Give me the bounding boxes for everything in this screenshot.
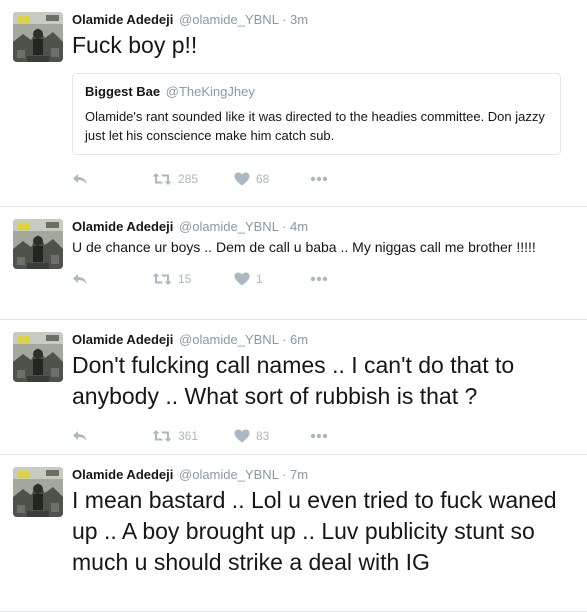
retweet-icon bbox=[152, 273, 172, 285]
tweet-text: U de chance ur boys .. Dem de call u bab… bbox=[72, 239, 536, 255]
separator-dot: · bbox=[282, 467, 287, 482]
like-button[interactable]: 68 bbox=[234, 172, 310, 186]
heart-icon bbox=[234, 172, 250, 186]
tweet-header: Olamide Adedeji @olamide_YBNL · 3m bbox=[72, 12, 577, 28]
avatar[interactable] bbox=[13, 332, 63, 382]
author-handle[interactable]: @olamide_YBNL bbox=[179, 12, 278, 27]
tweet[interactable]: Olamide Adedeji @olamide_YBNL · 6m Don't… bbox=[0, 320, 587, 455]
heart-icon bbox=[234, 429, 250, 443]
tweet-time[interactable]: 6m bbox=[290, 332, 308, 347]
more-dots-icon bbox=[310, 433, 328, 439]
author-handle[interactable]: @olamide_YBNL bbox=[179, 467, 278, 482]
tweet[interactable]: Olamide Adedeji @olamide_YBNL · 4m U de … bbox=[0, 207, 587, 320]
more-dots-icon bbox=[310, 176, 328, 182]
tweet-header: Olamide Adedeji @olamide_YBNL · 6m bbox=[72, 332, 577, 348]
tweet-actions: 285 68 bbox=[72, 169, 577, 189]
author-handle[interactable]: @olamide_YBNL bbox=[179, 332, 278, 347]
author-name[interactable]: Olamide Adedeji bbox=[72, 12, 173, 27]
reply-icon bbox=[73, 274, 87, 284]
more-button[interactable] bbox=[310, 276, 340, 282]
like-count: 1 bbox=[256, 272, 263, 286]
retweet-icon bbox=[152, 430, 172, 442]
tweet[interactable]: Olamide Adedeji @olamide_YBNL · 3m Fuck … bbox=[0, 0, 587, 207]
tweet-header: Olamide Adedeji @olamide_YBNL · 4m bbox=[72, 219, 577, 235]
more-button[interactable] bbox=[310, 176, 340, 182]
quoted-tweet-text: Olamide's rant sounded like it was direc… bbox=[85, 109, 545, 143]
retweet-button[interactable]: 285 bbox=[152, 172, 234, 186]
like-button[interactable]: 83 bbox=[234, 429, 310, 443]
quoted-author-handle: @TheKingJhey bbox=[165, 84, 255, 99]
tweet-text: Fuck boy p!! bbox=[72, 32, 198, 58]
like-button[interactable]: 1 bbox=[234, 272, 310, 286]
reply-icon bbox=[73, 174, 87, 184]
retweet-icon bbox=[152, 173, 172, 185]
avatar[interactable] bbox=[13, 467, 63, 517]
separator-dot: · bbox=[282, 12, 287, 27]
quoted-author-name: Biggest Bae bbox=[85, 84, 161, 99]
avatar[interactable] bbox=[13, 219, 63, 269]
tweet-time[interactable]: 4m bbox=[290, 219, 308, 234]
tweet-text: Don't fulcking call names .. I can't do … bbox=[72, 352, 515, 409]
retweet-button[interactable]: 15 bbox=[152, 272, 234, 286]
author-name[interactable]: Olamide Adedeji bbox=[72, 332, 173, 347]
retweet-button[interactable]: 361 bbox=[152, 429, 234, 443]
heart-icon bbox=[234, 272, 250, 286]
timeline: Olamide Adedeji @olamide_YBNL · 3m Fuck … bbox=[0, 0, 587, 612]
separator-dot: · bbox=[282, 332, 287, 347]
tweet-time[interactable]: 3m bbox=[290, 12, 308, 27]
tweet-time[interactable]: 7m bbox=[290, 467, 308, 482]
retweet-count: 361 bbox=[178, 429, 199, 443]
retweet-count: 285 bbox=[178, 172, 199, 186]
more-button[interactable] bbox=[310, 433, 340, 439]
more-dots-icon bbox=[310, 276, 328, 282]
reply-icon bbox=[73, 431, 87, 441]
author-handle[interactable]: @olamide_YBNL bbox=[179, 219, 278, 234]
author-name[interactable]: Olamide Adedeji bbox=[72, 219, 173, 234]
reply-button[interactable] bbox=[72, 272, 152, 286]
tweet-header: Olamide Adedeji @olamide_YBNL · 7m bbox=[72, 467, 577, 483]
retweet-count: 15 bbox=[178, 272, 192, 286]
like-count: 68 bbox=[256, 172, 270, 186]
separator-dot: · bbox=[282, 219, 287, 234]
reply-button[interactable] bbox=[72, 429, 152, 443]
avatar[interactable] bbox=[13, 12, 63, 62]
author-name[interactable]: Olamide Adedeji bbox=[72, 467, 173, 482]
like-count: 83 bbox=[256, 429, 270, 443]
reply-button[interactable] bbox=[72, 172, 152, 186]
tweet-actions: 361 83 bbox=[72, 426, 577, 446]
tweet-text: I mean bastard .. Lol u even tried to fu… bbox=[72, 487, 557, 575]
tweet-actions: 15 1 bbox=[72, 269, 577, 289]
tweet[interactable]: Olamide Adedeji @olamide_YBNL · 7m I mea… bbox=[0, 455, 587, 612]
quoted-tweet[interactable]: Biggest Bae @TheKingJhey Olamide's rant … bbox=[72, 73, 561, 155]
